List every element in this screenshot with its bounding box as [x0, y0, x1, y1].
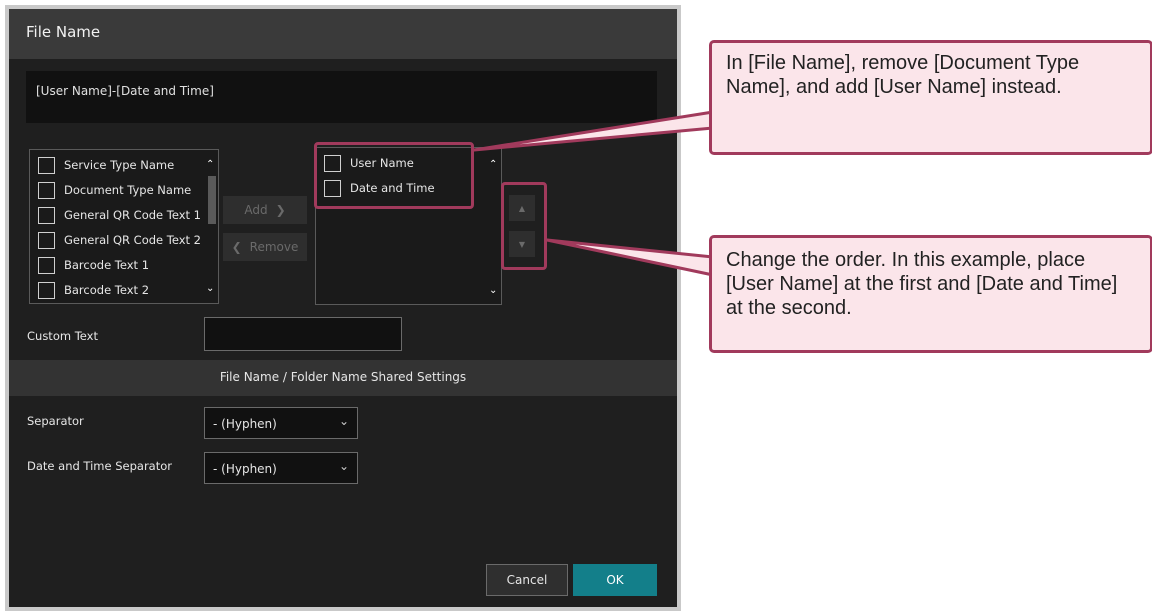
top-callout-text: In [File Name], remove [Document Type Na… — [726, 52, 1080, 98]
top-callout-pointer — [472, 110, 715, 152]
bottom-callout-text: Change the order. In this example, place… — [726, 249, 1118, 319]
top-callout: In [File Name], remove [Document Type Na… — [709, 40, 1152, 155]
bottom-callout: Change the order. In this example, place… — [709, 235, 1152, 353]
bottom-callout-pointer — [545, 238, 715, 277]
